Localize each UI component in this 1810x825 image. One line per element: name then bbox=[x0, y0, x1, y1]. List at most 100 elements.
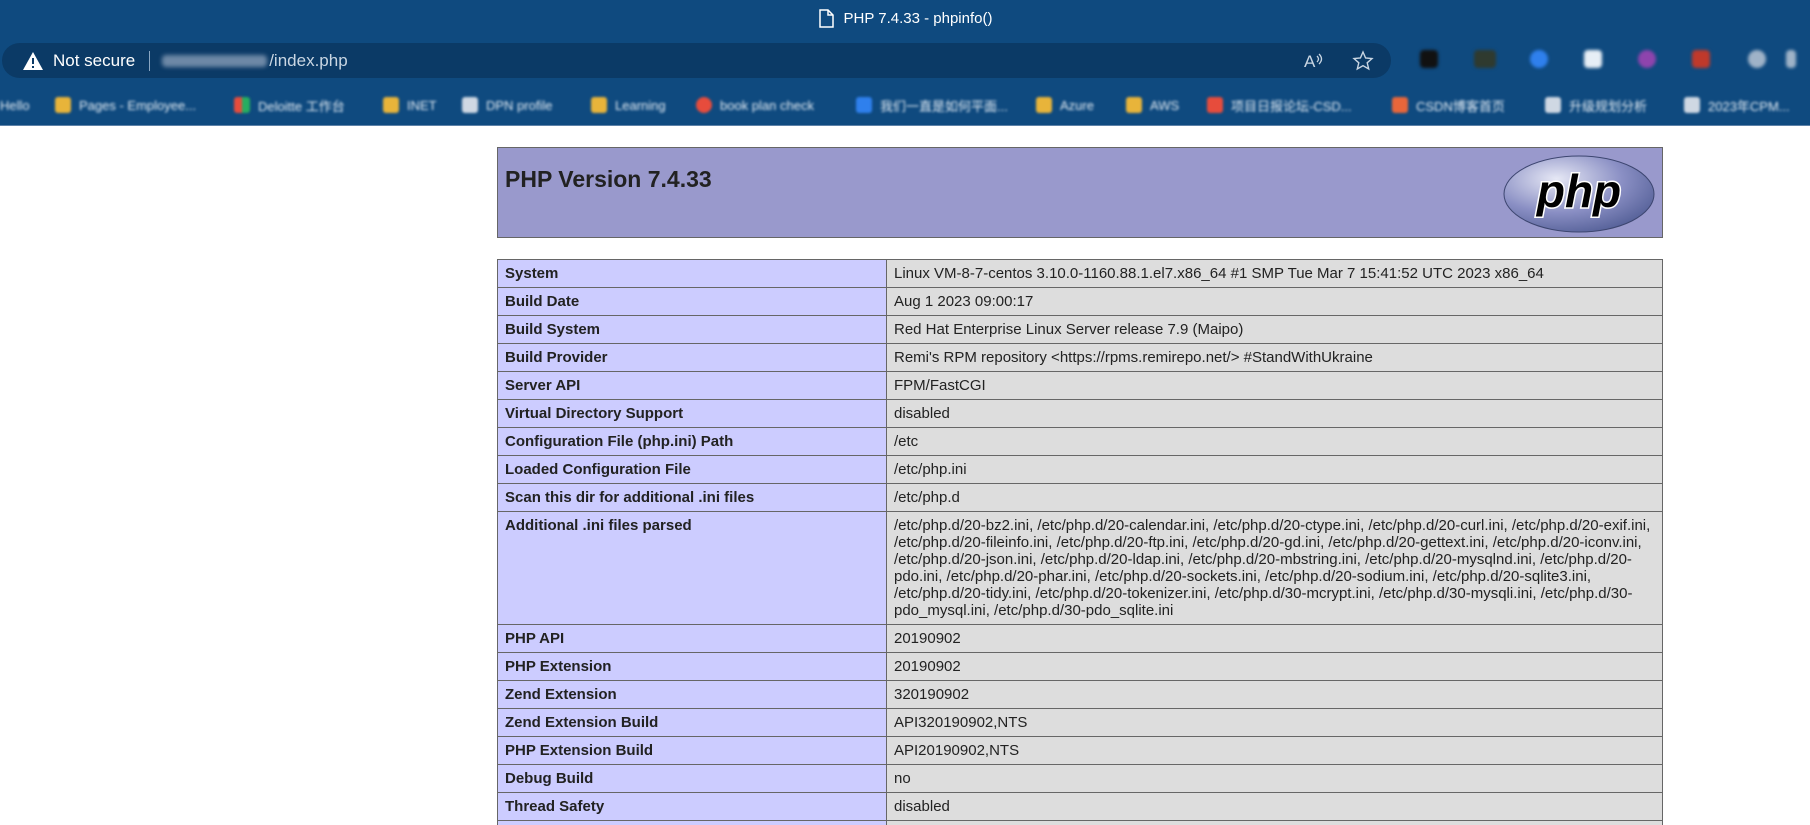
url-field[interactable]: /index.php bbox=[162, 50, 348, 71]
setting-value: 20190902 bbox=[886, 652, 1663, 681]
document-icon bbox=[818, 9, 834, 28]
security-status[interactable]: Not secure bbox=[53, 51, 135, 71]
bookmark-label: 项目日报论坛-CSD... bbox=[1231, 98, 1352, 114]
app-icon bbox=[696, 97, 712, 113]
table-row: Virtual Directory Support disabled bbox=[497, 399, 1663, 428]
setting-name: PHP Extension bbox=[497, 652, 887, 681]
read-aloud-icon[interactable]: A bbox=[1303, 50, 1325, 72]
table-row: Thread Safety disabled bbox=[497, 792, 1663, 821]
setting-value: no bbox=[886, 764, 1663, 793]
setting-value: FPM/FastCGI bbox=[886, 371, 1663, 400]
setting-name: System bbox=[497, 259, 887, 288]
bookmark-item[interactable]: Pages - Employee... bbox=[55, 94, 196, 116]
setting-name: PHP API bbox=[497, 624, 887, 653]
folder-icon bbox=[591, 97, 607, 113]
bookmark-label: book plan check bbox=[720, 97, 814, 113]
bookmark-item[interactable]: 我们一直是如何平面... bbox=[856, 94, 1008, 116]
windows-logo-icon bbox=[234, 97, 250, 113]
setting-value: /etc/php.d bbox=[886, 483, 1663, 512]
table-row: Debug Build no bbox=[497, 764, 1663, 793]
bookmark-label: 升级规划分析 bbox=[1569, 98, 1648, 114]
bookmark-label: Learning bbox=[615, 97, 666, 113]
bookmark-item[interactable]: Azure bbox=[1036, 94, 1094, 116]
setting-name bbox=[497, 820, 887, 825]
document-icon bbox=[462, 97, 478, 113]
setting-value: Red Hat Enterprise Linux Server release … bbox=[886, 315, 1663, 344]
bookmark-item[interactable]: 项目日报论坛-CSD... bbox=[1207, 94, 1352, 116]
warning-icon[interactable] bbox=[22, 51, 44, 71]
extension-icon[interactable] bbox=[1638, 50, 1656, 68]
php-logo[interactable]: php php bbox=[1502, 154, 1656, 234]
csdn-icon bbox=[1392, 97, 1408, 113]
setting-value: /etc/php.ini bbox=[886, 455, 1663, 484]
bookmark-label: 我们一直是如何平面... bbox=[880, 98, 1008, 114]
info-table-body: System Linux VM-8-7-centos 3.10.0-1160.88… bbox=[497, 259, 1663, 825]
redacted-host bbox=[162, 54, 268, 67]
extension-icon[interactable] bbox=[1692, 50, 1710, 68]
setting-value: disabled bbox=[886, 792, 1663, 821]
folder-icon bbox=[383, 97, 399, 113]
setting-value: 20190902 bbox=[886, 624, 1663, 653]
setting-name: Build System bbox=[497, 315, 887, 344]
bookmark-label: Hello bbox=[0, 97, 30, 113]
folder-icon bbox=[1126, 97, 1142, 113]
setting-value: Aug 1 2023 09:00:17 bbox=[886, 287, 1663, 316]
bookmark-item[interactable]: AWS bbox=[1126, 94, 1179, 116]
bookmarks-bar: Hello Pages - Employee... Deloitte 工作台 I… bbox=[0, 85, 1810, 126]
setting-value: disabled bbox=[886, 399, 1663, 428]
setting-name: Server API bbox=[497, 371, 887, 400]
setting-name: Virtual Directory Support bbox=[497, 399, 887, 428]
table-row: Additional .ini files parsed/etc/php.d/2… bbox=[497, 511, 1663, 625]
bookmark-item[interactable]: Hello bbox=[0, 94, 30, 116]
bookmark-item[interactable]: Deloitte 工作台 bbox=[234, 94, 345, 116]
setting-name: Build Date bbox=[497, 287, 887, 316]
extension-icon[interactable] bbox=[1584, 50, 1602, 68]
setting-name: Build Provider bbox=[497, 343, 887, 372]
setting-value: 320190902 bbox=[886, 680, 1663, 709]
setting-name: Loaded Configuration File bbox=[497, 455, 887, 484]
address-bar[interactable]: Not secure /index.php A bbox=[2, 43, 1391, 78]
table-row: Server API FPM/FastCGI bbox=[497, 371, 1663, 400]
favorite-star-icon[interactable] bbox=[1352, 50, 1374, 72]
bookmark-label: Azure bbox=[1060, 97, 1094, 113]
bookmark-item[interactable]: 升级规划分析 bbox=[1545, 94, 1647, 116]
setting-value bbox=[886, 820, 1663, 825]
bookmark-label: DPN profile bbox=[486, 97, 553, 113]
bookmark-label: INET bbox=[407, 97, 437, 113]
divider bbox=[149, 50, 151, 71]
bookmark-item[interactable]: CSDN博客首页 bbox=[1392, 94, 1505, 116]
setting-name: Scan this dir for additional .ini files bbox=[497, 483, 887, 512]
table-row: Loaded Configuration File/etc/php.ini bbox=[497, 455, 1663, 484]
extension-icon[interactable] bbox=[1786, 50, 1796, 68]
url-path: /index.php bbox=[269, 50, 348, 70]
setting-value: Linux VM-8-7-centos 3.10.0-1160.88.1.el7… bbox=[886, 259, 1663, 288]
extension-icon[interactable] bbox=[1420, 50, 1438, 68]
bookmark-label: CSDN博客首页 bbox=[1416, 98, 1505, 114]
svg-text:php: php bbox=[1535, 165, 1621, 217]
bookmark-item[interactable]: 2023年CPM... bbox=[1684, 94, 1790, 116]
setting-name: Configuration File (php.ini) Path bbox=[497, 427, 887, 456]
bookmark-item[interactable]: DPN profile bbox=[462, 94, 552, 116]
table-row: Zend Extension 320190902 bbox=[497, 680, 1663, 709]
extension-icon[interactable] bbox=[1748, 50, 1766, 68]
bookmark-label: AWS bbox=[1150, 97, 1180, 113]
bookmark-label: Deloitte 工作台 bbox=[258, 98, 345, 114]
table-row: Zend Extension Build API320190902,NTS bbox=[497, 708, 1663, 737]
bookmark-item[interactable]: Learning bbox=[591, 94, 666, 116]
setting-name: Debug Build bbox=[497, 764, 887, 793]
bookmark-item[interactable]: INET bbox=[383, 94, 437, 116]
document-icon bbox=[1684, 97, 1700, 113]
extension-icon[interactable] bbox=[1474, 50, 1496, 68]
svg-text:A: A bbox=[1304, 52, 1316, 71]
csdn-icon bbox=[1207, 97, 1223, 113]
extension-icon[interactable] bbox=[1530, 50, 1548, 68]
bookmark-label: 2023年CPM... bbox=[1708, 98, 1790, 114]
setting-name: Thread Safety bbox=[497, 792, 887, 821]
table-row: Scan this dir for additional .ini files /… bbox=[497, 483, 1663, 512]
setting-name: Additional .ini files parsed bbox=[497, 511, 887, 625]
bookmark-item[interactable]: book plan check bbox=[696, 94, 814, 116]
window-title-bar: PHP 7.4.33 - phpinfo() bbox=[0, 0, 1810, 37]
setting-name: PHP Extension Build bbox=[497, 736, 887, 765]
window-title: PHP 7.4.33 - phpinfo() bbox=[843, 10, 993, 27]
setting-value: /etc/php.d/20-bz2.ini, /etc/php.d/20-cal… bbox=[886, 511, 1663, 625]
